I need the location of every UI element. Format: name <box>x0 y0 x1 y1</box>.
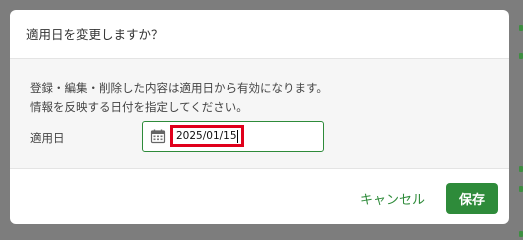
text-cursor <box>237 130 238 143</box>
effective-date-field[interactable] <box>142 121 324 152</box>
background-marker <box>519 231 523 237</box>
background-marker <box>519 25 523 31</box>
message-line-2: 情報を反映する日付を指定してください。 <box>30 100 248 114</box>
dialog-body: 登録・編集・削除した内容は適用日から有効になります。 情報を反映する日付を指定し… <box>10 59 509 169</box>
effective-date-input[interactable] <box>170 125 244 147</box>
dialog-header: 適用日を変更しますか？ <box>10 10 509 59</box>
effective-date-label: 適用日 <box>30 131 65 145</box>
background-marker <box>519 53 523 59</box>
cancel-button[interactable]: キャンセル <box>345 183 440 213</box>
confirm-dialog: 適用日を変更しますか？ 登録・編集・削除した内容は適用日から有効になります。 情… <box>10 10 509 224</box>
calendar-icon[interactable] <box>150 128 166 144</box>
dialog-title: 適用日を変更しますか？ <box>26 27 164 42</box>
save-button[interactable]: 保存 <box>446 183 498 214</box>
background-marker <box>519 186 523 192</box>
background-marker <box>519 166 523 172</box>
message-line-1: 登録・編集・削除した内容は適用日から有効になります。 <box>30 81 328 95</box>
